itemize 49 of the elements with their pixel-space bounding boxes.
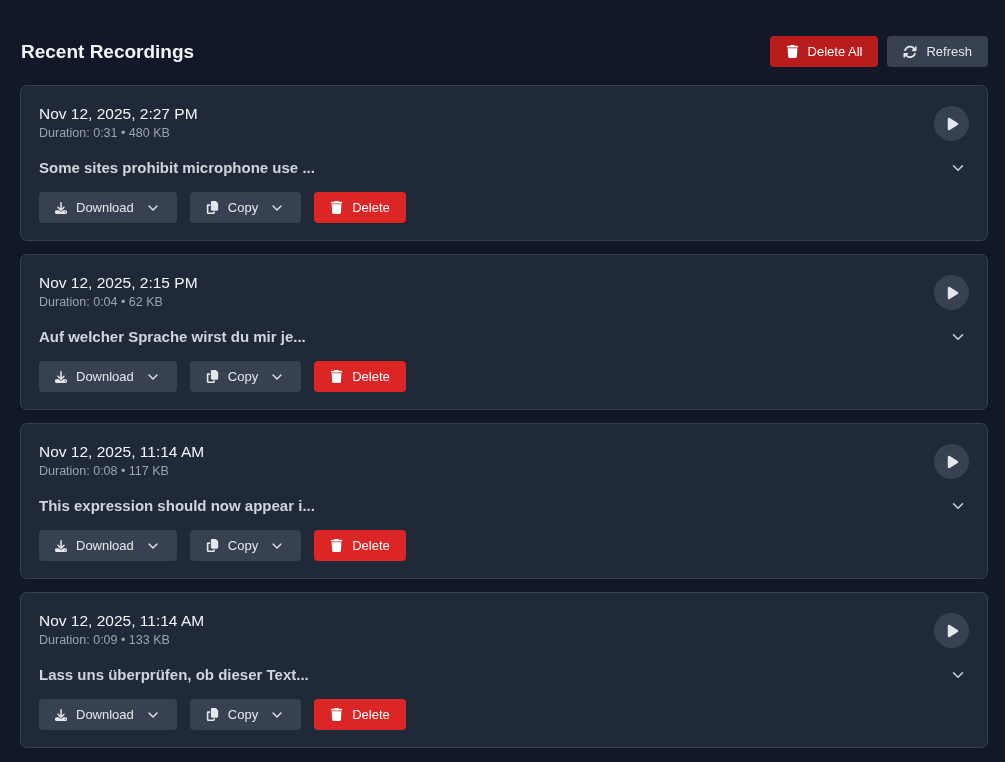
download-icon — [55, 539, 67, 552]
delete-button[interactable]: Delete — [314, 192, 406, 223]
download-button[interactable]: Download — [39, 361, 177, 392]
recording-date: Nov 12, 2025, 2:27 PM — [39, 104, 198, 124]
transcript-preview: This expression should now appear i... — [39, 496, 315, 516]
play-icon — [946, 116, 960, 131]
play-icon — [946, 623, 960, 638]
transcript-preview: Lass uns überprüfen, ob dieser Text... — [39, 665, 309, 685]
delete-all-button[interactable]: Delete All — [769, 36, 879, 67]
download-icon — [55, 370, 67, 383]
play-button[interactable] — [934, 444, 969, 479]
transcript-preview: Auf welcher Sprache wirst du mir je... — [39, 327, 306, 347]
trash-icon — [330, 201, 344, 214]
delete-button[interactable]: Delete — [314, 530, 406, 561]
recording-date: Nov 12, 2025, 11:14 AM — [39, 611, 205, 631]
download-button[interactable]: Download — [39, 530, 177, 561]
refresh-icon — [903, 44, 918, 59]
recording-meta: Duration: 0:04 • 62 KB — [39, 295, 164, 310]
recording-meta: Duration: 0:08 • 117 KB — [39, 464, 170, 479]
trash-icon — [330, 539, 344, 552]
trash-icon — [330, 708, 344, 721]
copy-button[interactable]: Copy — [189, 699, 302, 730]
copy-button[interactable]: Copy — [189, 530, 302, 561]
play-icon — [946, 285, 960, 300]
delete-button[interactable]: Delete — [314, 361, 406, 392]
trash-icon — [330, 370, 344, 383]
recording-date: Nov 12, 2025, 2:15 PM — [39, 273, 198, 293]
recording-meta: Duration: 0:31 • 480 KB — [39, 126, 171, 141]
download-button[interactable]: Download — [39, 699, 177, 730]
download-icon — [55, 708, 67, 721]
copy-button[interactable]: Copy — [189, 192, 302, 223]
copy-icon — [205, 370, 219, 383]
download-button[interactable]: Download — [39, 192, 177, 223]
play-button[interactable] — [934, 275, 969, 310]
download-icon — [55, 201, 67, 214]
play-button[interactable] — [934, 106, 969, 141]
copy-icon — [205, 201, 219, 214]
play-button[interactable] — [934, 613, 969, 648]
page-title: Recent Recordings — [21, 40, 195, 63]
copy-icon — [205, 539, 219, 552]
refresh-button[interactable]: Refresh — [887, 36, 988, 67]
recording-meta: Duration: 0:09 • 133 KB — [39, 633, 171, 648]
copy-icon — [205, 708, 219, 721]
copy-button[interactable]: Copy — [189, 361, 302, 392]
trash-icon — [785, 45, 799, 58]
delete-button[interactable]: Delete — [314, 699, 406, 730]
transcript-preview: Some sites prohibit microphone use ... — [39, 158, 315, 178]
play-icon — [946, 454, 960, 469]
recording-date: Nov 12, 2025, 11:14 AM — [39, 442, 205, 462]
